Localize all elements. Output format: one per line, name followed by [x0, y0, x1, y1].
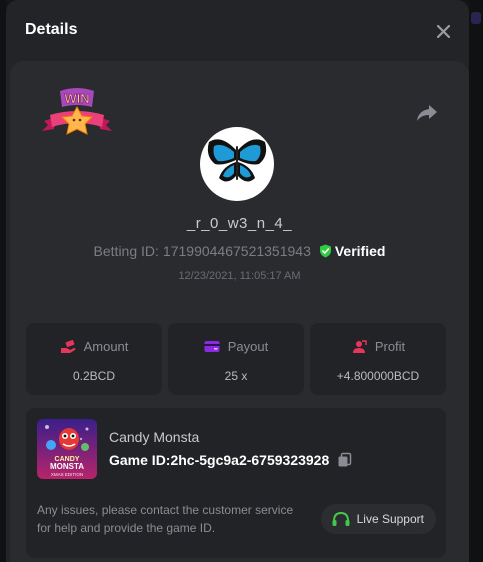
headset-icon: [332, 511, 350, 526]
details-modal: Details WIN _r_0_w3_n_4_ Betting ID: 171…: [6, 0, 469, 562]
share-button[interactable]: [415, 103, 439, 123]
betting-id-value: 1719904467521351943: [162, 243, 311, 259]
win-badge-icon: WIN: [42, 88, 112, 135]
stat-payout-value: 25 x: [224, 369, 248, 383]
details-panel: WIN _r_0_w3_n_4_ Betting ID: 17199044675…: [10, 61, 469, 562]
backdrop-right-edge: [469, 0, 483, 562]
copy-icon: [338, 452, 352, 467]
stat-amount-label: Amount: [83, 339, 129, 354]
game-name: Candy Monsta: [109, 429, 200, 445]
stat-payout-label: Payout: [227, 339, 269, 354]
betting-id-row: Betting ID: 1719904467521351943 Verified: [10, 243, 469, 259]
verified-label: Verified: [334, 243, 386, 259]
close-button[interactable]: [433, 21, 453, 41]
live-support-button[interactable]: Live Support: [320, 504, 436, 534]
verified-badge: Verified: [319, 243, 386, 259]
share-icon: [417, 105, 437, 121]
avatar: [200, 127, 274, 201]
stat-payout-head: Payout: [168, 339, 304, 354]
game-id-text: Game ID:2hc-5gc9a2-6759323928: [109, 452, 330, 468]
stat-profit: Profit +4.800000BCD: [310, 323, 446, 395]
candy-monsta-thumbnail-image: CANDY MONSTA XMAS EDITION: [37, 419, 97, 479]
live-support-label: Live Support: [356, 512, 424, 526]
stat-profit-value: +4.800000BCD: [336, 369, 420, 383]
modal-title: Details: [25, 21, 78, 38]
thumb-line-3: XMAS EDITION: [51, 472, 83, 477]
close-icon: [436, 24, 450, 38]
stat-profit-head: Profit: [310, 339, 446, 354]
backdrop-corner-badge: [471, 12, 481, 24]
butterfly-avatar-icon: [207, 139, 267, 182]
game-thumbnail[interactable]: CANDY MONSTA XMAS EDITION: [37, 419, 97, 479]
game-id-row: Game ID:2hc-5gc9a2-6759323928: [109, 452, 353, 468]
stat-payout: Payout 25 x: [168, 323, 304, 395]
stat-profit-label: Profit: [374, 339, 406, 354]
bet-timestamp: 12/23/2021, 11:05:17 AM: [178, 270, 301, 282]
game-card: CANDY MONSTA XMAS EDITION Candy Monsta G…: [26, 408, 446, 558]
betting-id-label: Betting ID:: [93, 243, 159, 259]
copy-button[interactable]: [337, 452, 353, 468]
wallet-card-icon: [204, 341, 220, 352]
username: _r_0_w3_n_4_: [186, 215, 293, 232]
support-notice: Any issues, please contact the customer …: [37, 503, 294, 535]
stat-amount-head: Amount: [26, 339, 162, 354]
stat-amount-value: 0.2BCD: [72, 369, 116, 383]
shield-check-icon: [319, 244, 331, 258]
profit-person-icon: [352, 339, 367, 353]
bet-stats: Amount 0.2BCD Payout 25 x Profit +4.8000…: [26, 323, 446, 395]
thumb-line-2: MONSTA: [50, 462, 84, 471]
stat-amount: Amount 0.2BCD: [26, 323, 162, 395]
hand-coin-icon: [60, 339, 75, 353]
win-badge-text: WIN: [64, 91, 89, 106]
